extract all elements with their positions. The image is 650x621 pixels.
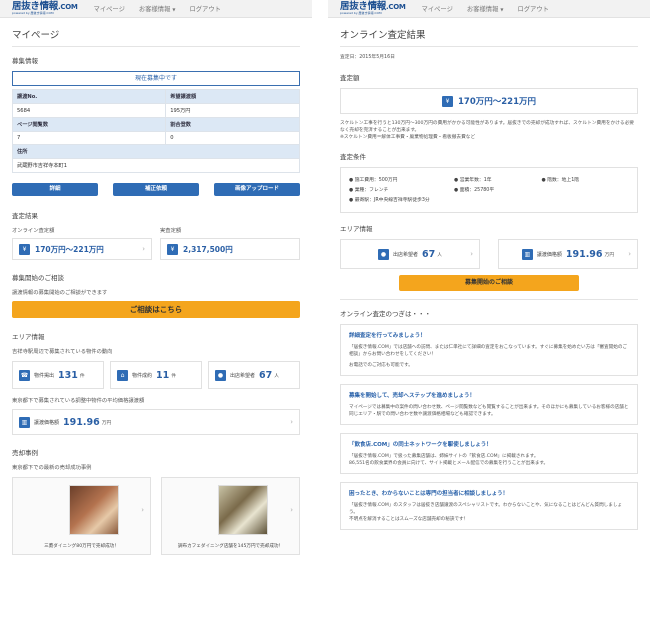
chevron-right-icon: › [470,250,473,258]
site-logo[interactable]: 居抜き情報.COM powered by 居抜き情報.COM [12,2,78,16]
caret-down-icon: ▼ [172,7,176,12]
next-title: オンライン査定のつぎは・・・ [340,310,431,318]
amount-card: ¥ 170万円～221万円 [340,88,638,114]
condition-item [542,186,630,193]
consult-button[interactable]: ご相談はこちら [12,301,300,318]
nav-mypage[interactable]: マイページ [94,4,125,13]
case-photo [69,485,119,535]
nav-customer-info[interactable]: お客様情報 ▼ [139,4,176,13]
navbar: 居抜き情報.COM powered by 居抜き情報.COM マイページ お客様… [0,0,312,18]
td-transfer-no: 5684 [11,103,167,118]
actual-assess-label: 実査定額 [160,228,182,234]
conditions-card: ● 施工費用：500万円 ● 営業年数：1年 ● 階数：地上1階 ● 業種：フレンチ ●… [340,167,638,213]
conditions-title: 査定条件 [340,153,366,161]
stat-applicants[interactable]: ● 出店希望者 67 人 › [340,239,480,269]
next-card: 詳細査定を行ってみましょう！ 「居抜き情報.COM」では店舗への訪問、または仁単… [340,324,638,376]
avg-desc: 東京都下で募集されている調整中物件の平均価格譲渡額 [12,398,145,404]
recruit-title: 募集情報 [12,57,38,65]
condition-item: ● 最寄駅：JR中央線吉祥寺駅徒歩3分 [349,198,430,203]
th-address: 住所 [12,144,300,159]
user-icon: ● [377,248,389,260]
chevron-right-icon: › [141,506,144,514]
recruit-table: 譲渡No. 希望譲渡額 5684 195万円 ページ閲覧数 割合登数 7 0 住… [11,89,300,173]
amount-note: スケルトン工事を行うと130万円～300万円の費用がかかる可能性があります。居抜… [340,121,634,133]
th-ratio: 割合登数 [165,117,300,132]
amount-value: 170万円～221万円 [458,97,536,107]
td-desired-amount: 195万円 [165,103,300,118]
user-icon: ● [215,369,226,381]
revise-request-button[interactable]: 補正依頼 [113,183,199,196]
mypage-panel: 居抜き情報.COM powered by 居抜き情報.COM マイページ お客様… [0,0,312,621]
amount-note-2: ※スケルトン費用＝解体工事費・廃棄物処理費・看板撤去費など [340,135,476,140]
online-assess-value: 170万円～221万円 [35,244,104,254]
site-logo[interactable]: 居抜き情報.COM powered by 居抜き情報.COM [340,2,406,16]
area-title: エリア情報 [340,225,373,233]
th-transfer-no: 譲渡No. [11,89,167,104]
condition-item: ● 営業年数：1年 [454,178,492,183]
condition-item: ● 施工費用：500万円 [349,178,398,183]
caret-down-icon: ▼ [500,7,504,12]
online-assess-label: オンライン査定額 [12,228,55,234]
chevron-right-icon: › [142,245,145,253]
nav-customer-info[interactable]: お客様情報 ▼ [467,4,504,13]
page-title: オンライン査定結果 [340,27,638,47]
assess-date: 査定日：2015年5月16日 [340,55,395,60]
image-upload-button[interactable]: 画像アップロード [214,183,300,196]
yen-icon: ¥ [167,243,178,255]
navbar: 居抜き情報.COM powered by 居抜き情報.COM マイページ お客様… [328,0,650,18]
phone-icon: ☎ [19,369,30,381]
case-card[interactable]: › 調布カフェダイニング店舗を145万円で売却成功！ [161,477,300,555]
nav-logout[interactable]: ログアウト [189,4,220,13]
stat-applicants: ● 出店希望者 67 人 [208,361,300,389]
amount-title: 査定額 [340,74,360,82]
area-desc: 吉祥寺駅周辺で募集されている物件の動向 [12,349,113,355]
next-card: 困ったとき、わからないことは専門の担当者に相談しましょう！ 「居抜き情報.COM… [340,482,638,530]
actual-assess-value: 2,317,500円 [183,244,233,254]
cases-desc: 東京都下での最新の売却成功事例 [12,465,92,471]
stat-avg-price[interactable]: ▥ 譲渡価格額 191.96 万円 › [498,239,638,269]
chevron-right-icon: › [290,506,293,514]
condition-item: ● 面積：25780平 [454,188,495,193]
case-photo [218,485,268,535]
conditions-list: ● 施工費用：500万円 ● 営業年数：1年 ● 階数：地上1階 ● 業種：フレンチ ●… [349,176,629,203]
actual-assess-card: ¥ 2,317,500円 [160,238,300,260]
case-card[interactable]: › 三鷹ダイニング80万円で売却成功！ [12,477,151,555]
th-page-views: ページ閲覧数 [11,117,167,132]
nav-mypage[interactable]: マイページ [422,4,453,13]
next-card: 募集を開始して、売却へステップを進めましょう！ マイページでは募集中の案件の問い… [340,384,638,425]
chevron-right-icon: › [290,418,293,426]
stat-listings: ☎ 物件掲出 131 件 [12,361,104,389]
th-desired-amount: 希望譲渡額 [165,89,300,104]
detail-button[interactable]: 詳細 [12,183,98,196]
bar-chart-icon: ▥ [521,248,533,260]
yen-icon: ¥ [19,243,30,255]
td-page-views: 7 [11,131,167,145]
assess-title: 査定結果 [12,212,38,220]
chevron-right-icon: › [628,250,631,258]
consult-title: 募集開始のご相談 [12,274,64,282]
avg-price-card[interactable]: ▥ 譲渡価格額 191.96 万円 › [12,409,300,435]
nav-logout[interactable]: ログアウト [517,4,548,13]
yen-icon: ¥ [442,95,453,107]
online-assess-card[interactable]: ¥ 170万円～221万円 › [12,238,152,260]
stat-contracts: ⌂ 物件成約 11 件 [110,361,202,389]
next-card: 「飲食店.COM」の同士ネットワークを駆使しましょう！ 「居抜き情報.COM」で… [340,433,638,474]
home-icon: ⌂ [117,369,128,381]
assess-result-panel: 居抜き情報.COM powered by 居抜き情報.COM マイページ お客様… [328,0,650,621]
cases-title: 売却事例 [12,449,38,457]
recruit-status: 現在募集中です [12,71,300,86]
bar-chart-icon: ▥ [19,416,30,428]
consult-desc: 譲渡情報の募集開始のご相談ができます [12,290,108,296]
td-ratio: 0 [165,131,300,145]
consult-button[interactable]: 募集開始のご相談 [399,275,579,291]
page-title: マイページ [12,27,300,47]
condition-item: ● 業種：フレンチ [349,188,389,193]
condition-item: ● 階数：地上1階 [541,178,580,183]
td-address: 武蔵野市吉祥寺本町1 [12,158,300,173]
area-title: エリア情報 [12,333,45,341]
